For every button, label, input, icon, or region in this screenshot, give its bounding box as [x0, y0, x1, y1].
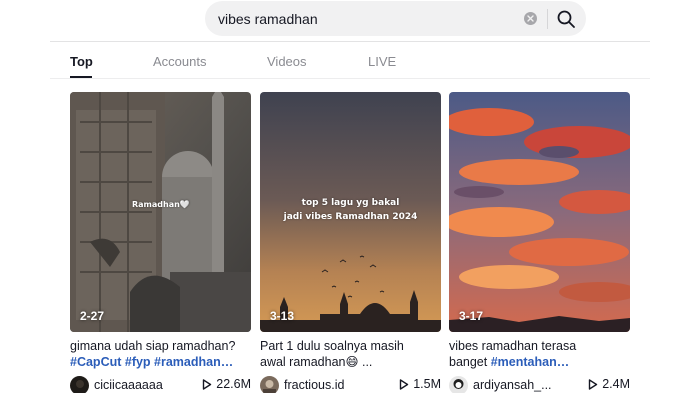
video-description: gimana udah siap ramadhan? #CapCut #fyp … — [70, 338, 251, 370]
avatar[interactable] — [260, 375, 279, 393]
tab-accounts[interactable]: Accounts — [153, 54, 206, 69]
video-thumbnail[interactable]: Ramadhan🤍 2-27 — [70, 92, 251, 332]
close-icon — [527, 15, 534, 22]
video-caption-line1: Part 1 dulu soalnya masih — [260, 339, 404, 353]
search-icon — [557, 10, 575, 28]
view-count: 2.4M — [588, 377, 630, 391]
header-divider — [50, 41, 650, 42]
username[interactable]: ciciicaaaaaa — [94, 378, 163, 392]
play-icon — [203, 378, 212, 390]
video-overlay-text: top 5 lagu yg bakal jadi vibes Ramadhan … — [260, 196, 441, 224]
video-thumbnail[interactable]: 3-17 — [449, 92, 630, 332]
character-avatar-icon — [449, 375, 468, 393]
mosque-wall-image — [70, 92, 251, 332]
red-cloud-sky-image — [449, 92, 630, 332]
video-thumbnail[interactable]: top 5 lagu yg bakal jadi vibes Ramadhan … — [260, 92, 441, 332]
tab-live[interactable]: LIVE — [368, 54, 396, 69]
search-divider — [547, 9, 548, 29]
video-overlay-text: Ramadhan🤍 — [132, 200, 190, 209]
view-count: 22.6M — [202, 377, 251, 391]
tabs-divider — [50, 78, 650, 79]
video-card: 3-17 vibes ramadhan terasa banget #menta… — [449, 92, 630, 393]
play-icon — [400, 378, 409, 390]
tab-videos[interactable]: Videos — [267, 54, 307, 69]
views-label: 1.5M — [413, 377, 441, 391]
video-card: top 5 lagu yg bakal jadi vibes Ramadhan … — [260, 92, 441, 393]
tab-top[interactable]: Top — [70, 54, 93, 69]
dark-avatar-icon — [70, 375, 89, 393]
photo-avatar-icon — [260, 375, 279, 393]
username[interactable]: ardiyansah_... — [473, 378, 552, 392]
avatar[interactable] — [70, 375, 89, 393]
video-description: vibes ramadhan terasa banget #mentahan… — [449, 338, 630, 370]
search-button[interactable] — [555, 8, 577, 30]
video-date: 2-27 — [80, 309, 105, 323]
views-label: 2.4M — [602, 377, 630, 391]
play-icon — [589, 378, 598, 390]
video-caption-line1: vibes ramadhan terasa — [449, 339, 577, 353]
view-count: 1.5M — [399, 377, 441, 391]
video-overlay-line2: jadi vibes Ramadhan 2024 — [283, 212, 418, 222]
views-label: 22.6M — [216, 377, 251, 391]
video-caption: gimana udah siap ramadhan? — [70, 339, 236, 353]
video-caption-line2: awal ramadhan😄 ... — [260, 355, 373, 369]
video-card: Ramadhan🤍 2-27 gimana udah siap ramadhan… — [70, 92, 251, 393]
clear-search-button[interactable] — [524, 12, 537, 25]
avatar[interactable] — [449, 375, 468, 393]
video-date: 3-17 — [459, 309, 484, 323]
video-meta: fractious.id 1.5M — [260, 375, 441, 393]
video-overlay-line1: top 5 lagu yg bakal — [301, 198, 400, 208]
search-bar — [205, 1, 586, 36]
video-description: Part 1 dulu soalnya masih awal ramadhan😄… — [260, 338, 441, 370]
video-caption-line2: banget — [449, 355, 491, 369]
video-hashtags[interactable]: #CapCut #fyp #ramadhan… — [70, 355, 233, 369]
username[interactable]: fractious.id — [284, 378, 344, 392]
video-meta: ardiyansah_... 2.4M — [449, 375, 630, 393]
search-input[interactable] — [218, 1, 508, 36]
video-meta: ciciicaaaaaa 22.6M — [70, 375, 251, 393]
video-hashtags[interactable]: #mentahan… — [491, 355, 570, 369]
video-date: 3-13 — [270, 309, 295, 323]
